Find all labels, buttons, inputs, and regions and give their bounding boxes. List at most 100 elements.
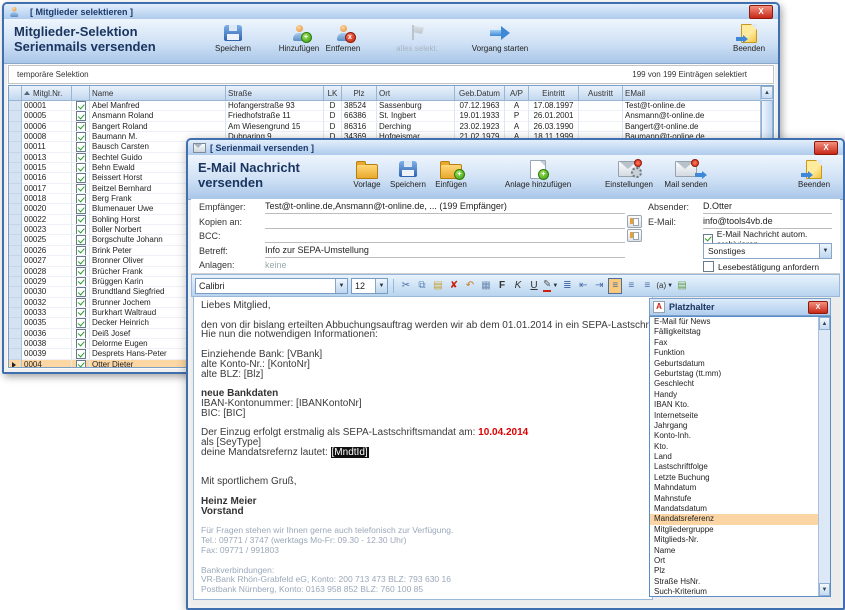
outdent-icon[interactable]: ⇤ xyxy=(576,278,590,294)
column-header-ort[interactable]: Ort xyxy=(377,86,455,100)
scroll-up-icon[interactable]: ▲ xyxy=(819,317,830,330)
row-selector[interactable] xyxy=(9,329,22,339)
row-checkbox[interactable] xyxy=(76,101,86,111)
sender-email-value[interactable]: info@tools4vb.de xyxy=(703,216,832,229)
row-checkbox[interactable] xyxy=(76,225,86,235)
row-selector[interactable] xyxy=(9,215,22,225)
scroll-down-icon[interactable]: ▼ xyxy=(819,583,830,596)
row-selector[interactable] xyxy=(9,298,22,308)
row-checkbox-cell[interactable] xyxy=(72,111,90,121)
row-checkbox[interactable] xyxy=(76,132,86,142)
row-checkbox[interactable] xyxy=(76,318,86,328)
list-item[interactable]: Mahnstufe xyxy=(650,494,819,504)
row-selector[interactable] xyxy=(9,256,22,266)
list-item[interactable]: Konto-Inh. xyxy=(650,431,819,441)
row-checkbox[interactable] xyxy=(76,308,86,318)
row-checkbox[interactable] xyxy=(76,298,86,308)
list-item[interactable]: Mahndatum xyxy=(650,483,819,493)
column-header-strae[interactable]: Straße xyxy=(226,86,324,100)
image-icon[interactable]: ▦ xyxy=(479,278,493,294)
list-item[interactable]: Geschlecht xyxy=(650,379,819,389)
row-selector[interactable] xyxy=(9,360,22,368)
font-size-select[interactable]: 12 ▼ xyxy=(351,278,388,294)
member-window-titlebar[interactable]: [ Mitglieder selektieren ] X xyxy=(4,4,778,19)
row-selector[interactable] xyxy=(9,349,22,359)
list-item[interactable]: Lastschriftfolge xyxy=(650,462,819,472)
row-checkbox[interactable] xyxy=(76,287,86,297)
align-center-icon[interactable]: ≡ xyxy=(624,278,638,294)
row-selector[interactable] xyxy=(9,132,22,142)
row-checkbox-cell[interactable] xyxy=(72,153,90,163)
close-icon[interactable]: X xyxy=(814,141,838,155)
bullet-list-icon[interactable]: ≣ xyxy=(560,278,574,294)
column-header-eintritt[interactable]: Eintritt xyxy=(529,86,579,100)
list-item[interactable]: IBAN Kto. xyxy=(650,400,819,410)
list-item[interactable]: Geburtstag (tt.mm) xyxy=(650,369,819,379)
message-body-editor[interactable]: Liebes Mitglied,den von dir bislang erte… xyxy=(193,296,653,600)
row-checkbox-cell[interactable] xyxy=(72,173,90,183)
list-item[interactable]: Straße HsNr. xyxy=(650,577,819,587)
row-selector[interactable] xyxy=(9,153,22,163)
remove-member-button[interactable]: x Entfernen xyxy=(322,22,364,53)
row-selector[interactable] xyxy=(9,173,22,183)
row-selector[interactable] xyxy=(9,184,22,194)
row-selector[interactable] xyxy=(9,308,22,318)
row-checkbox-cell[interactable] xyxy=(72,256,90,266)
row-checkbox[interactable] xyxy=(76,339,86,349)
row-selector[interactable] xyxy=(9,163,22,173)
row-checkbox[interactable] xyxy=(76,360,86,368)
row-checkbox[interactable] xyxy=(76,215,86,225)
font-color-icon[interactable]: ✎▼ xyxy=(543,278,558,294)
row-checkbox-cell[interactable] xyxy=(72,122,90,132)
row-checkbox[interactable] xyxy=(76,267,86,277)
insert-button[interactable]: + Einfügen xyxy=(430,158,472,189)
row-checkbox-cell[interactable] xyxy=(72,277,90,287)
row-checkbox[interactable] xyxy=(76,173,86,183)
row-selector[interactable] xyxy=(9,287,22,297)
row-checkbox-cell[interactable] xyxy=(72,184,90,194)
copy-icon[interactable]: ⧉ xyxy=(415,278,429,294)
row-checkbox[interactable] xyxy=(76,246,86,256)
list-item[interactable]: Letzte Buchung xyxy=(650,473,819,483)
start-process-button[interactable]: Vorgang starten xyxy=(470,22,530,53)
row-checkbox[interactable] xyxy=(76,184,86,194)
indent-icon[interactable]: ⇥ xyxy=(592,278,606,294)
column-header-lk[interactable]: LK xyxy=(324,86,342,100)
send-mail-button[interactable]: Mail senden xyxy=(658,158,714,189)
row-checkbox-cell[interactable] xyxy=(72,132,90,142)
scroll-up-icon[interactable]: ▲ xyxy=(761,86,773,99)
row-checkbox[interactable] xyxy=(76,204,86,214)
row-selector[interactable] xyxy=(9,194,22,204)
row-checkbox[interactable] xyxy=(76,122,86,132)
row-selector[interactable] xyxy=(9,225,22,235)
list-item[interactable]: Fax xyxy=(650,338,819,348)
add-member-button[interactable]: + Hinzufügen xyxy=(278,22,320,53)
cut-icon[interactable]: ✂ xyxy=(399,278,413,294)
list-item[interactable]: Funktion xyxy=(650,348,819,358)
save-button[interactable]: Speichern xyxy=(386,158,430,189)
list-item[interactable]: Such-Kriterium xyxy=(650,587,819,597)
align-left-icon[interactable]: ≡ xyxy=(608,278,622,294)
row-checkbox[interactable] xyxy=(76,256,86,266)
row-checkbox[interactable] xyxy=(76,153,86,163)
font-family-select[interactable]: Calibri ▼ xyxy=(195,278,348,294)
list-item[interactable]: Handy xyxy=(650,390,819,400)
row-checkbox-cell[interactable] xyxy=(72,225,90,235)
row-checkbox-cell[interactable] xyxy=(72,339,90,349)
row-checkbox-cell[interactable] xyxy=(72,101,90,111)
align-right-icon[interactable]: ≡ xyxy=(640,278,654,294)
row-checkbox-cell[interactable] xyxy=(72,267,90,277)
list-item[interactable]: Fälligkeitstag xyxy=(650,327,819,337)
chevron-down-icon[interactable]: ▼ xyxy=(375,279,387,293)
row-checkbox-cell[interactable] xyxy=(72,246,90,256)
close-icon[interactable]: X xyxy=(749,5,773,19)
row-checkbox[interactable] xyxy=(76,235,86,245)
subject-field[interactable]: Info zur SEPA-Umstellung xyxy=(265,245,625,258)
undo-icon[interactable]: ↶ xyxy=(463,278,477,294)
row-selector[interactable] xyxy=(9,142,22,152)
row-checkbox-cell[interactable] xyxy=(72,318,90,328)
close-icon[interactable]: X xyxy=(808,301,828,314)
list-item[interactable]: Mitgliedergruppe xyxy=(650,525,819,535)
row-checkbox[interactable] xyxy=(76,163,86,173)
column-header-austritt[interactable]: Austritt xyxy=(579,86,623,100)
